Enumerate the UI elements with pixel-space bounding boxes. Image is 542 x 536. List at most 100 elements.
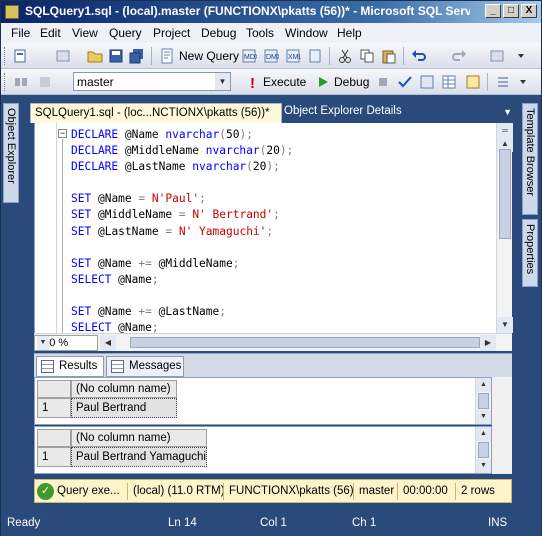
chevron-down-icon[interactable]: ▼ bbox=[37, 336, 49, 350]
tab-messages[interactable]: Messages bbox=[106, 356, 184, 377]
analysis-query-icon[interactable]: MDX bbox=[241, 48, 257, 64]
copy-icon[interactable] bbox=[359, 48, 375, 64]
grid-vertical-scrollbar[interactable]: ▲ ▼ bbox=[475, 427, 491, 473]
horizontal-scroll-thumb[interactable] bbox=[130, 337, 480, 348]
cancel-query-icon[interactable] bbox=[375, 74, 391, 90]
query-status-user: FUNCTIONX\pkatts (56) bbox=[229, 485, 354, 497]
redo-icon[interactable] bbox=[451, 48, 467, 64]
sql-editor-toolbar: master ▼ ! Execute Debug bbox=[1, 69, 541, 95]
navigate-back-icon[interactable] bbox=[489, 48, 505, 64]
paste-icon[interactable] bbox=[381, 48, 397, 64]
document-tabstrip: SQLQuery1.sql - (loc...NCTIONX\pkatts (5… bbox=[22, 101, 518, 123]
status-divider bbox=[353, 483, 354, 500]
grid-corner[interactable] bbox=[37, 429, 71, 447]
xmla-query-icon[interactable]: XML bbox=[285, 48, 301, 64]
tab-object-explorer-details[interactable]: Object Explorer Details bbox=[284, 105, 402, 117]
menu-edit[interactable]: Edit bbox=[40, 26, 61, 40]
scroll-thumb[interactable] bbox=[478, 393, 489, 409]
scroll-down-icon[interactable]: ▼ bbox=[497, 317, 513, 333]
tab-sqlquery1[interactable]: SQLQuery1.sql - (loc...NCTIONX\pkatts (5… bbox=[30, 103, 282, 123]
execute-button[interactable]: Execute bbox=[263, 75, 306, 89]
toolbar-grip bbox=[4, 47, 7, 65]
cut-icon[interactable] bbox=[337, 48, 353, 64]
object-explorer-tab-label: Object Explorer bbox=[5, 108, 17, 184]
change-connection-icon[interactable] bbox=[37, 74, 53, 90]
toolbar-options-icon[interactable] bbox=[513, 48, 529, 64]
database-select[interactable]: master ▼ bbox=[73, 72, 231, 91]
undo-icon[interactable] bbox=[411, 48, 427, 64]
results-grid-2[interactable]: (No column name) 1 Paul Bertrand Yamaguc… bbox=[34, 426, 492, 474]
collapse-region-icon[interactable]: − bbox=[58, 129, 67, 138]
row-header[interactable]: 1 bbox=[37, 447, 71, 467]
menu-window[interactable]: Window bbox=[285, 26, 328, 40]
new-query-icon[interactable] bbox=[159, 48, 175, 64]
dmx-query-icon[interactable]: DMX bbox=[263, 48, 279, 64]
save-all-icon[interactable] bbox=[129, 48, 145, 64]
column-header[interactable]: (No column name) bbox=[71, 380, 177, 398]
tab-results[interactable]: Results bbox=[36, 356, 104, 377]
comment-out-icon[interactable] bbox=[495, 74, 511, 90]
chevron-down-icon[interactable]: ▼ bbox=[215, 73, 230, 90]
menu-query[interactable]: Query bbox=[109, 26, 142, 40]
scroll-thumb[interactable] bbox=[478, 442, 489, 458]
scroll-down-icon[interactable]: ▼ bbox=[476, 459, 491, 473]
template-browser-tab[interactable]: Template Browser bbox=[522, 103, 538, 215]
title-bar: SQLQuery1.sql - (local).master (FUNCTION… bbox=[1, 1, 541, 23]
results-grid-1[interactable]: (No column name) 1 Paul Bertrand ▲ ▼ bbox=[34, 377, 492, 425]
properties-tab-label: Properties bbox=[524, 224, 536, 275]
new-project-icon[interactable] bbox=[13, 48, 29, 64]
menu-help[interactable]: Help bbox=[337, 26, 362, 40]
execute-icon[interactable]: ! bbox=[245, 74, 261, 90]
scroll-up-icon[interactable]: ▲ bbox=[476, 427, 491, 441]
parse-check-icon[interactable] bbox=[397, 74, 413, 90]
code-line: SET @MiddleName = N' Bertrand'; bbox=[71, 208, 280, 222]
mobile-query-icon[interactable] bbox=[307, 48, 323, 64]
column-header[interactable]: (No column name) bbox=[71, 429, 207, 447]
editor-vertical-scrollbar[interactable]: ═ ▲ ▼ bbox=[496, 123, 513, 333]
tab-list-chevron-icon[interactable]: ▼ bbox=[503, 107, 512, 117]
right-sidebar: Template Browser Properties bbox=[520, 101, 540, 511]
save-icon[interactable] bbox=[108, 48, 124, 64]
scroll-left-icon[interactable]: ◀ bbox=[100, 335, 116, 351]
maximize-button[interactable]: □ bbox=[503, 4, 519, 18]
row-header[interactable]: 1 bbox=[37, 398, 71, 418]
close-button[interactable]: X bbox=[521, 4, 537, 18]
sql-editor[interactable]: − DECLARE @Name nvarchar(50); DECLARE @Mi… bbox=[34, 123, 496, 336]
results-to-text-icon[interactable] bbox=[465, 74, 481, 90]
grid-cell[interactable]: Paul Bertrand bbox=[71, 398, 177, 418]
connect-icon[interactable] bbox=[13, 74, 29, 90]
scroll-up-icon[interactable]: ▲ bbox=[476, 378, 491, 392]
object-explorer-tab[interactable]: Object Explorer bbox=[3, 103, 19, 203]
left-sidebar: Object Explorer bbox=[1, 101, 21, 511]
grid-cell[interactable]: Paul Bertrand Yamaguchi bbox=[71, 447, 207, 467]
scroll-thumb[interactable] bbox=[499, 149, 511, 239]
grid-vertical-scrollbar[interactable]: ▲ ▼ bbox=[475, 378, 491, 424]
status-ready: Ready bbox=[7, 517, 41, 529]
menu-debug[interactable]: Debug bbox=[201, 26, 236, 40]
toolbar-options-icon[interactable] bbox=[515, 74, 531, 90]
minimize-button[interactable]: _ bbox=[485, 4, 501, 18]
scroll-right-icon[interactable]: ▶ bbox=[480, 335, 496, 351]
query-status-rows: 2 rows bbox=[461, 485, 495, 497]
code-line: DECLARE @Name nvarchar(50); bbox=[71, 128, 253, 141]
add-item-icon[interactable] bbox=[55, 48, 71, 64]
zoom-select[interactable]: 100 % ▼ bbox=[34, 335, 98, 351]
open-folder-icon[interactable] bbox=[87, 48, 103, 64]
results-tabstrip: Results Messages bbox=[34, 353, 512, 377]
results-outer-scrollbar[interactable] bbox=[492, 377, 512, 474]
query-options-icon[interactable] bbox=[419, 74, 435, 90]
properties-tab[interactable]: Properties bbox=[522, 219, 538, 287]
grid-icon bbox=[41, 360, 54, 373]
results-to-grid-icon[interactable] bbox=[441, 74, 457, 90]
menu-project[interactable]: Project bbox=[153, 26, 190, 40]
debug-button[interactable]: Debug bbox=[334, 75, 369, 89]
code-body: DECLARE @Name nvarchar(50); DECLARE @Midd… bbox=[71, 127, 293, 336]
menu-file[interactable]: File bbox=[11, 26, 30, 40]
scroll-down-icon[interactable]: ▼ bbox=[476, 410, 491, 424]
menu-tools[interactable]: Tools bbox=[246, 26, 274, 40]
menu-view[interactable]: View bbox=[72, 26, 98, 40]
grid-corner[interactable] bbox=[37, 380, 71, 398]
new-query-button[interactable]: New Query bbox=[179, 49, 239, 63]
debug-play-icon[interactable] bbox=[315, 74, 331, 90]
